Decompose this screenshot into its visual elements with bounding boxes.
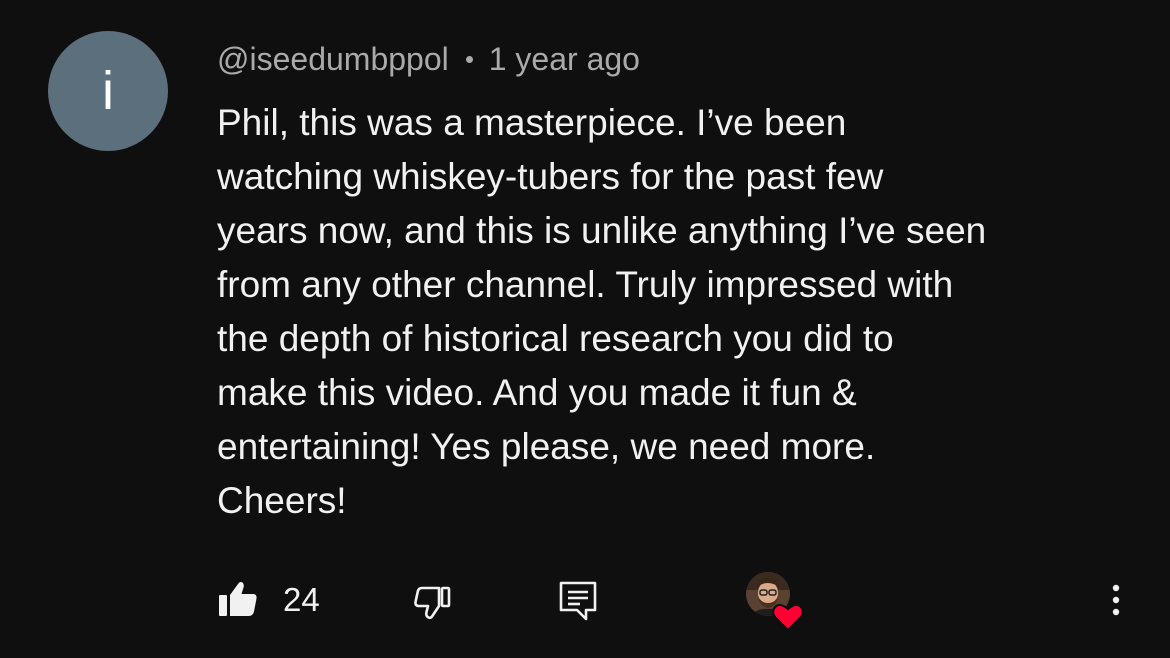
separator-dot (465, 55, 473, 63)
vertical-dots-icon (1112, 584, 1120, 616)
dislike-button[interactable] (410, 580, 454, 624)
comment-text: Phil, this was a masterpiece. I’ve been … (217, 102, 987, 521)
like-button[interactable] (216, 578, 260, 622)
heart-icon (772, 603, 804, 632)
avatar-letter: i (102, 61, 114, 121)
more-options-button[interactable] (1100, 578, 1132, 622)
like-count: 24 (283, 581, 320, 618)
comment-header: @iseedumbppol 1 year ago (217, 38, 640, 80)
avatar[interactable]: i (48, 31, 168, 151)
comment-timestamp[interactable]: 1 year ago (489, 41, 640, 78)
thumbs-up-filled-icon (219, 582, 257, 616)
comment-actions: 24 (0, 570, 1170, 632)
comment-reply-icon (559, 581, 597, 621)
comment-item: i @iseedumbppol 1 year ago Phil, this wa… (0, 0, 1170, 658)
reply-button[interactable] (556, 578, 600, 622)
thumbs-down-outline-icon (414, 586, 451, 620)
author-handle[interactable]: @iseedumbppol (217, 41, 449, 78)
creator-heart-badge (746, 572, 808, 634)
